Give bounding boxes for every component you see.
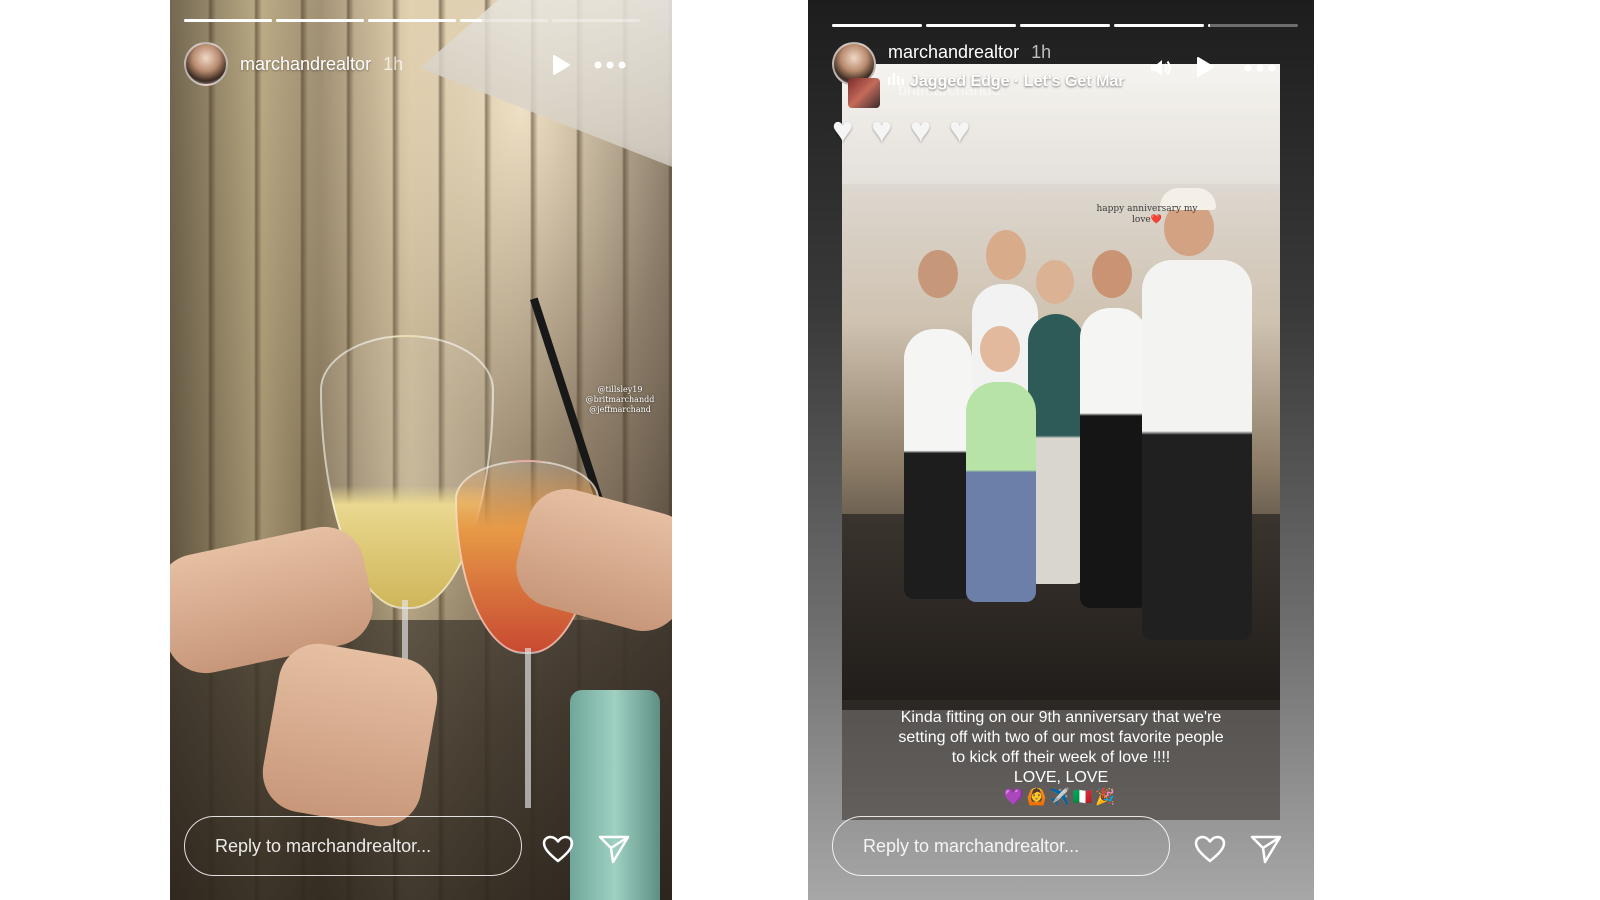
send-icon[interactable] bbox=[598, 834, 630, 864]
heart-icon[interactable] bbox=[542, 834, 574, 864]
progress-segment bbox=[460, 19, 548, 22]
username[interactable]: marchandrealtor bbox=[240, 54, 371, 75]
photo-annotation: happy anniversary my love❤️ bbox=[1096, 204, 1198, 225]
progress-segment bbox=[276, 19, 364, 22]
time-ago: 1h bbox=[1031, 41, 1052, 62]
mention-sticker[interactable]: @jeffmarchand bbox=[570, 405, 670, 415]
play-icon[interactable] bbox=[550, 54, 572, 76]
story-header: marchandrealtor 1h bbox=[184, 42, 403, 86]
progress-fill bbox=[276, 19, 364, 22]
caption-line: setting off with two of our most favorit… bbox=[898, 729, 1224, 746]
caption-emojis: 💜🙆✈️🇮🇹🎉 bbox=[1003, 789, 1119, 806]
music-album-thumb bbox=[848, 78, 880, 108]
progress-fill bbox=[368, 19, 456, 22]
reply-field[interactable] bbox=[832, 816, 1170, 876]
group-photo: happy anniversary my love❤️ bbox=[842, 64, 1280, 710]
caption: Kinda fitting on our 9th anniversary tha… bbox=[842, 708, 1280, 808]
person-head bbox=[1092, 250, 1132, 298]
person-head bbox=[986, 230, 1026, 280]
story-progress bbox=[832, 24, 1298, 27]
reply-input[interactable] bbox=[861, 834, 1169, 858]
person-head bbox=[1036, 260, 1074, 304]
progress-fill bbox=[1020, 24, 1110, 27]
time-ago: 1h bbox=[383, 53, 404, 74]
person bbox=[904, 329, 972, 599]
person bbox=[1080, 308, 1148, 608]
hand bbox=[256, 637, 444, 833]
person bbox=[966, 382, 1036, 602]
progress-segment bbox=[368, 19, 456, 22]
heart-sticker: ♥ bbox=[832, 109, 854, 150]
progress-segment bbox=[184, 19, 272, 22]
progress-segment bbox=[926, 24, 1016, 27]
caption-line: Kinda fitting on our 9th anniversary tha… bbox=[900, 709, 1222, 726]
story-2: happy anniversary my love❤️ Kinda fittin… bbox=[808, 0, 1314, 900]
story-1: @tillsley19 @britmarchandd @jeffmarchand… bbox=[170, 0, 672, 900]
music-title: Jagged Edge · Let's Get Mar bbox=[910, 72, 1125, 90]
mention-stickers[interactable]: @tillsley19 @britmarchandd @jeffmarchand bbox=[570, 385, 670, 415]
heart-icon[interactable] bbox=[1194, 834, 1226, 864]
progress-segment bbox=[1208, 24, 1298, 27]
water-bottle bbox=[570, 690, 660, 900]
play-icon[interactable] bbox=[1194, 56, 1216, 78]
progress-fill bbox=[1208, 24, 1210, 27]
progress-fill bbox=[460, 19, 482, 22]
progress-segment bbox=[1114, 24, 1204, 27]
progress-fill bbox=[184, 19, 272, 22]
progress-segment bbox=[552, 19, 640, 22]
mention-sticker[interactable]: @tillsley19 bbox=[570, 385, 670, 395]
volume-icon[interactable] bbox=[1148, 56, 1174, 80]
progress-fill bbox=[832, 24, 922, 27]
more-icon[interactable] bbox=[1244, 58, 1276, 78]
person bbox=[1028, 314, 1084, 584]
comparison-page: @tillsley19 @britmarchandd @jeffmarchand… bbox=[0, 0, 1600, 900]
caption-line: to kick off their week of love !!!! bbox=[951, 749, 1171, 766]
music-bars-icon bbox=[888, 72, 904, 91]
avatar[interactable] bbox=[184, 42, 228, 86]
story-progress bbox=[184, 19, 640, 22]
heart-stickers: ♥ ♥ ♥ ♥ bbox=[832, 112, 985, 148]
reply-input[interactable] bbox=[213, 834, 521, 858]
progress-fill bbox=[926, 24, 1016, 27]
person bbox=[1142, 260, 1252, 640]
more-icon[interactable] bbox=[594, 55, 626, 75]
person-head bbox=[980, 326, 1020, 372]
heart-sticker: ♥ bbox=[949, 109, 971, 150]
username[interactable]: marchandrealtor bbox=[888, 42, 1019, 63]
progress-segment bbox=[1020, 24, 1110, 27]
heart-sticker: ♥ bbox=[910, 109, 932, 150]
caption-line: LOVE, LOVE bbox=[1013, 769, 1109, 786]
progress-fill bbox=[1114, 24, 1204, 27]
person-head bbox=[918, 250, 958, 298]
glass-stem bbox=[525, 648, 531, 808]
progress-segment bbox=[832, 24, 922, 27]
mention-sticker[interactable]: @britmarchandd bbox=[570, 395, 670, 405]
music-sticker[interactable]: Jagged Edge · Let's Get Mar bbox=[888, 72, 1125, 91]
reply-field[interactable] bbox=[184, 816, 522, 876]
heart-sticker: ♥ bbox=[871, 109, 893, 150]
send-icon[interactable] bbox=[1250, 834, 1282, 864]
